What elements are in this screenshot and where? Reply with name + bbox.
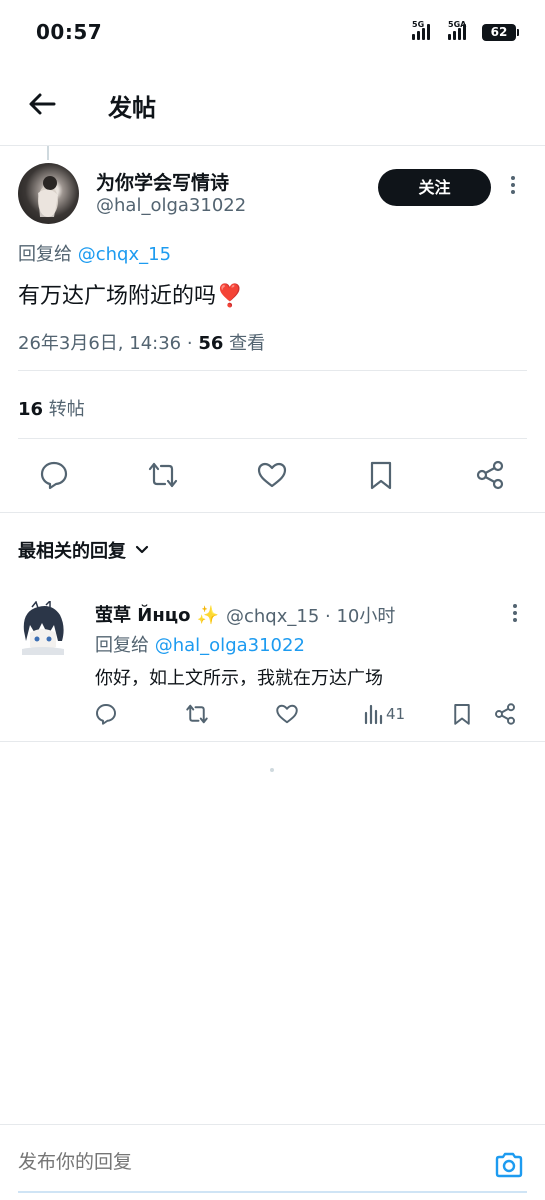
more-options-icon[interactable] <box>510 604 520 624</box>
reply-views-count: 41 <box>386 705 406 723</box>
retweet-stat[interactable]: 16 转帖 <box>18 395 85 421</box>
timestamp: 26年3月6日, 14:36 · <box>18 333 193 354</box>
share-icon[interactable] <box>474 459 506 491</box>
views-count: 56 <box>198 333 224 354</box>
sort-dropdown[interactable]: 最相关的回复 <box>18 537 150 563</box>
thread-line <box>47 146 49 160</box>
mention-link[interactable]: @chqx_15 <box>78 244 171 265</box>
follow-button[interactable]: 关注 <box>378 169 491 206</box>
reply-input[interactable] <box>18 1151 458 1173</box>
divider <box>18 438 527 439</box>
retweet-count: 16 <box>18 399 44 420</box>
heart-exclamation-emoji: ❣️ <box>216 284 244 309</box>
sort-label: 最相关的回复 <box>18 541 126 562</box>
retweet-label: 转帖 <box>48 399 85 420</box>
action-bar <box>0 455 545 497</box>
divider <box>0 741 545 742</box>
retweet-icon[interactable] <box>185 702 209 726</box>
avatar-image <box>38 176 58 217</box>
page-title: 发帖 <box>108 94 156 122</box>
bookmark-icon[interactable] <box>365 459 397 491</box>
avatar[interactable] <box>18 601 66 655</box>
reply-icon[interactable] <box>94 702 118 726</box>
retweet-icon[interactable] <box>147 459 179 491</box>
reply-to-line: 回复给 @hal_olga31022 <box>95 635 305 656</box>
reply-composer <box>0 1124 545 1200</box>
author-name[interactable]: 为你学会写情诗 <box>96 168 229 195</box>
tweet-meta: 26年3月6日, 14:36 · 56 查看 <box>18 329 265 355</box>
camera-icon[interactable] <box>493 1149 525 1181</box>
reply-action-bar <box>0 700 545 730</box>
reply-author-handle[interactable]: @chqx_15 · 10小时 <box>226 602 395 628</box>
mention-link[interactable]: @hal_olga31022 <box>155 635 305 656</box>
reply-to-line: 回复给 @chqx_15 <box>18 244 172 265</box>
status-bar: 00:57 5G 5GA 62 <box>0 0 545 64</box>
signal-icon: 5G <box>412 20 436 40</box>
reply-icon[interactable] <box>38 459 70 491</box>
more-options-icon[interactable] <box>505 176 521 200</box>
signal-icon: 5GA <box>448 20 476 40</box>
avatar[interactable] <box>18 163 79 224</box>
divider <box>0 512 545 513</box>
tweet-text: 有万达广场附近的吗❣️ <box>18 284 244 309</box>
like-icon[interactable] <box>275 702 299 726</box>
status-time: 00:57 <box>36 20 103 44</box>
top-bar: 发帖 <box>0 64 545 146</box>
arrow-left-icon[interactable] <box>26 88 58 120</box>
loading-dot <box>270 768 274 772</box>
author-handle[interactable]: @hal_olga31022 <box>96 195 246 216</box>
reply-text: 你好，如上文所示，我就在万达广场 <box>95 668 383 689</box>
views-icon[interactable] <box>362 702 386 726</box>
divider <box>18 370 527 371</box>
sparkles-emoji: ✨ <box>196 605 220 626</box>
views-label: 查看 <box>229 333 266 354</box>
chevron-down-icon <box>135 545 149 554</box>
share-icon[interactable] <box>493 702 517 726</box>
reply-author-name[interactable]: 萤草 Йнцо ✨ <box>95 601 219 627</box>
battery-icon: 62 <box>482 24 519 41</box>
bookmark-icon[interactable] <box>450 702 474 726</box>
like-icon[interactable] <box>256 459 288 491</box>
composer-underline <box>18 1191 527 1193</box>
